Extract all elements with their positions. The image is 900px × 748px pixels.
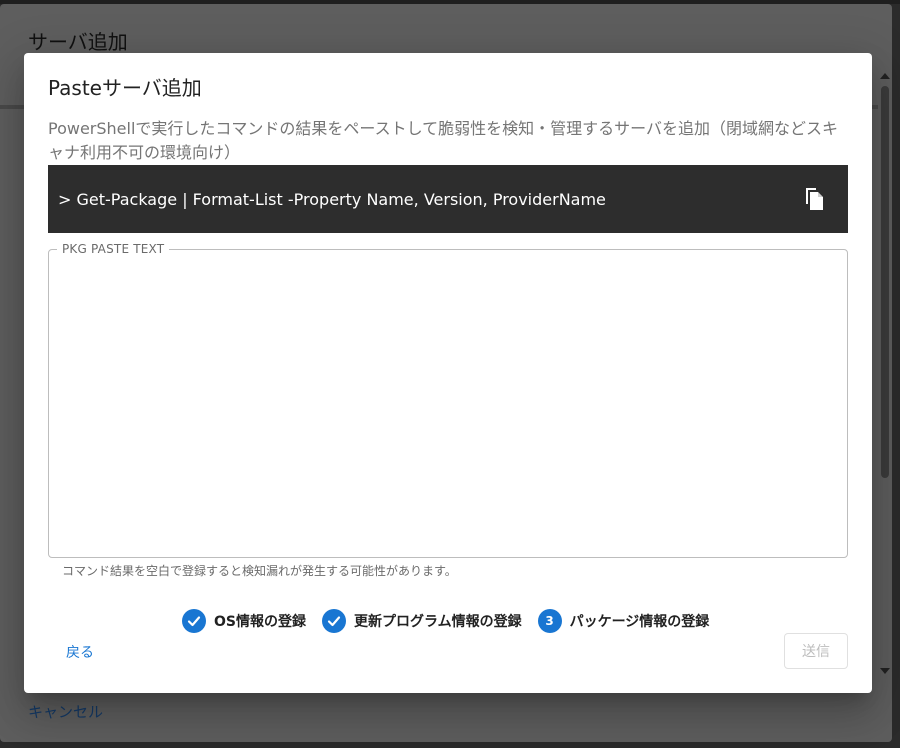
command-text: > Get-Package | Format-List -Property Na… bbox=[58, 189, 606, 209]
scrollbar-up-arrow-icon[interactable] bbox=[880, 73, 890, 79]
stepper: OS情報の登録 更新プログラム情報の登録 3 パッケージ情報の登録 bbox=[182, 608, 725, 634]
dialog-description: PowerShellで実行したコマンドの結果をペーストして脆弱性を検知・管理する… bbox=[48, 119, 838, 162]
copy-icon[interactable] bbox=[800, 185, 828, 213]
step-number: 3 bbox=[537, 609, 562, 633]
background-page-title: サーバ追加 bbox=[28, 30, 128, 54]
paste-server-dialog: Pasteサーバ追加 PowerShellで実行したコマンドの結果をペーストして… bbox=[24, 53, 872, 693]
background-cancel-button[interactable]: キャンセル bbox=[28, 701, 103, 722]
check-icon bbox=[321, 609, 346, 633]
pkg-paste-text-field: PKG PASTE TEXT bbox=[48, 242, 848, 558]
step-label: パッケージ情報の登録 bbox=[569, 614, 710, 630]
dialog-title: Pasteサーバ追加 bbox=[48, 76, 202, 100]
submit-button[interactable]: 送信 bbox=[784, 633, 848, 669]
scrollbar-thumb[interactable] bbox=[881, 86, 889, 478]
step-label: OS情報の登録 bbox=[214, 614, 306, 630]
step-os-info: OS情報の登録 bbox=[182, 609, 306, 633]
scrollbar-down-arrow-icon[interactable] bbox=[880, 668, 890, 674]
background-divider-left bbox=[0, 105, 24, 109]
step-update-program-info: 更新プログラム情報の登録 bbox=[321, 609, 522, 633]
back-button[interactable]: 戻る bbox=[66, 642, 94, 662]
check-icon bbox=[182, 609, 206, 633]
helper-text: コマンド結果を空白で登録すると検知漏れが発生する可能性があります。 bbox=[62, 564, 457, 578]
background-divider-right bbox=[872, 105, 878, 109]
step-label: 更新プログラム情報の登録 bbox=[353, 614, 522, 630]
pkg-paste-textarea[interactable] bbox=[49, 250, 847, 557]
step-package-info: 3 パッケージ情報の登録 bbox=[537, 609, 710, 633]
command-box: > Get-Package | Format-List -Property Na… bbox=[48, 165, 848, 233]
